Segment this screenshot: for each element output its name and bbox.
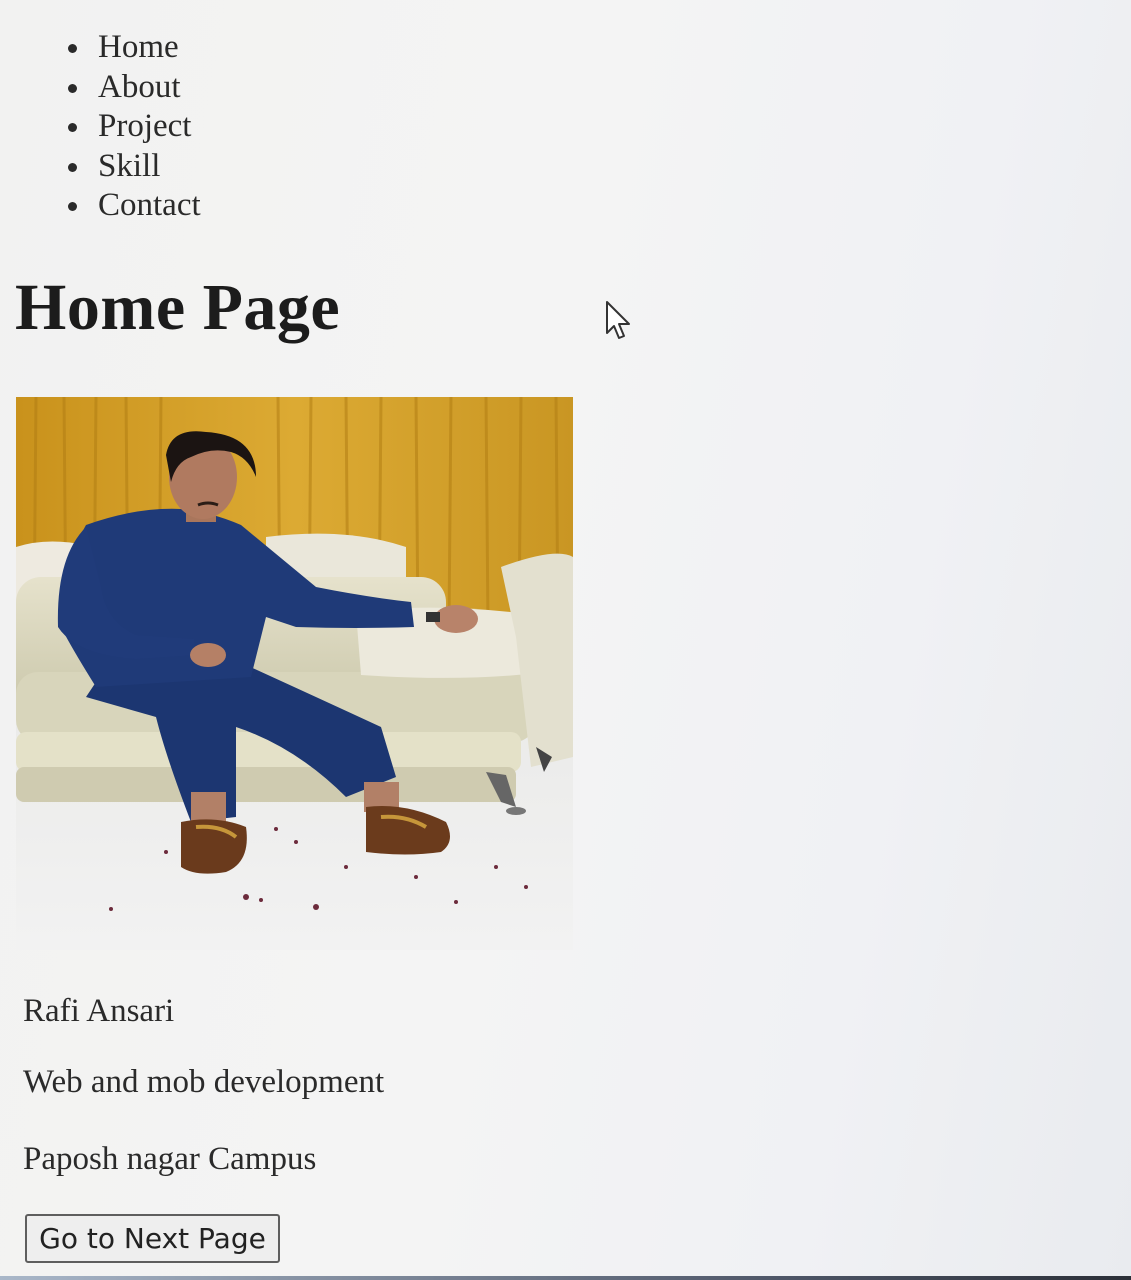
profile-name: Rafi Ansari: [23, 993, 175, 1029]
profile-campus: Paposh nagar Campus: [23, 1141, 317, 1177]
nav-item-label: About: [98, 68, 181, 105]
nav-item-home[interactable]: Home: [60, 28, 201, 68]
screen-bezel-edge: [0, 1276, 1131, 1280]
nav-item-skill[interactable]: Skill: [60, 147, 201, 187]
nav-list: Home About Project Skill Contact: [60, 28, 201, 226]
profile-photo: [16, 397, 573, 950]
nav-item-label: Contact: [98, 187, 201, 223]
nav-item-contact[interactable]: Contact: [60, 186, 201, 226]
profile-role: Web and mob development: [23, 1064, 385, 1100]
nav-item-project[interactable]: Project: [60, 107, 201, 147]
page-title: Home Page: [15, 271, 341, 344]
arrow-cursor-icon: [604, 300, 634, 342]
nav-item-about[interactable]: About: [60, 68, 201, 108]
nav-item-label: Project: [98, 108, 192, 144]
nav-item-label: Skill: [98, 147, 161, 184]
next-page-button[interactable]: Go to Next Page: [25, 1214, 280, 1263]
nav-item-label: Home: [98, 29, 179, 65]
